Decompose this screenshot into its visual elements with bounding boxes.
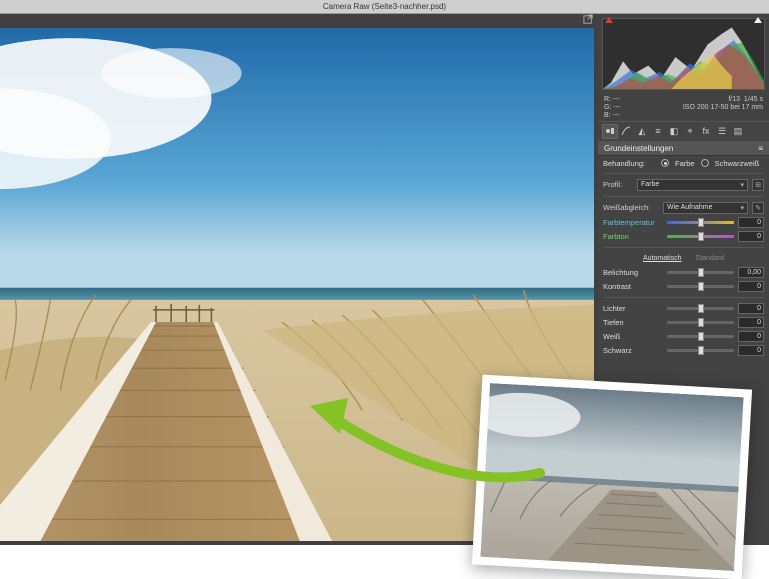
profile-label: Profil: — [603, 180, 633, 189]
section-title: Grundeinstellungen — [604, 144, 673, 153]
profile-row: Profil: Farbe ⊞ — [603, 179, 764, 191]
blacks-label: Schwarz — [603, 346, 663, 355]
treatment-color-radio[interactable] — [661, 159, 669, 167]
tint-label: Farbton — [603, 232, 663, 241]
blacks-slider: Schwarz 0 — [603, 345, 764, 356]
treatment-row: Behandlung: Farbe Schwarzweiß — [603, 159, 764, 168]
contrast-track[interactable] — [667, 283, 734, 290]
highlight-clip-icon[interactable] — [754, 17, 762, 23]
whites-value[interactable]: 0 — [738, 331, 764, 342]
wb-eyedropper-icon[interactable]: ✎ — [752, 202, 764, 214]
tab-basic-icon[interactable] — [602, 124, 618, 139]
titlebar: Camera Raw (Seite3-nachher.psd) — [0, 0, 769, 14]
tab-fx-icon[interactable]: fx — [698, 124, 714, 139]
exposure-label: Belichtung — [603, 268, 663, 277]
blacks-value[interactable]: 0 — [738, 345, 764, 356]
temperature-label: Farbtemperatur — [603, 218, 663, 227]
tab-lens-icon[interactable]: ⌖ — [682, 124, 698, 139]
shadow-clip-icon[interactable] — [605, 17, 613, 23]
exposure-value[interactable]: 0,00 — [738, 267, 764, 278]
shadows-value[interactable]: 0 — [738, 317, 764, 328]
panel-menu-icon[interactable]: ≡ — [758, 144, 763, 153]
whites-label: Weiß — [603, 332, 663, 341]
before-thumbnail — [472, 375, 752, 579]
default-link[interactable]: Standard — [696, 255, 724, 262]
tab-curve-icon[interactable] — [618, 124, 634, 139]
tab-presets-icon[interactable]: ▤ — [730, 124, 746, 139]
temperature-track[interactable] — [667, 219, 734, 226]
contrast-label: Kontrast — [603, 282, 663, 291]
shadows-slider: Tiefen 0 — [603, 317, 764, 328]
highlights-label: Lichter — [603, 304, 663, 313]
highlights-slider: Lichter 0 — [603, 303, 764, 314]
blacks-track[interactable] — [667, 347, 734, 354]
profile-grid-icon[interactable]: ⊞ — [752, 179, 764, 191]
wb-select[interactable]: Wie Aufnahme — [663, 202, 748, 214]
treatment-bw-text[interactable]: Schwarzweiß — [715, 159, 760, 168]
exif-readout: R: --- G: --- B: --- f/13 1/45 s ISO 200… — [598, 94, 769, 121]
temperature-slider: Farbtemperatur 0 — [603, 217, 764, 228]
tab-detail-icon[interactable]: ◭ — [634, 124, 650, 139]
whites-track[interactable] — [667, 333, 734, 340]
exposure-track[interactable] — [667, 269, 734, 276]
tab-split-icon[interactable]: ◧ — [666, 124, 682, 139]
auto-link[interactable]: Automatisch — [643, 255, 682, 262]
tint-value[interactable]: 0 — [738, 231, 764, 242]
tint-track[interactable] — [667, 233, 734, 240]
before-beach-image — [480, 383, 743, 571]
wb-row: Weißabgleich: Wie Aufnahme ✎ — [603, 202, 764, 214]
iso-lens-value: ISO 200 17-50 bei 17 mm — [683, 104, 763, 111]
treatment-label: Behandlung: — [603, 159, 655, 168]
profile-select[interactable]: Farbe — [637, 179, 748, 191]
tab-hsl-icon[interactable]: ≡ — [650, 124, 666, 139]
shutter-value: 1/45 s — [744, 96, 763, 103]
shadows-track[interactable] — [667, 319, 734, 326]
rgb-r: R: --- — [604, 96, 620, 103]
highlights-value[interactable]: 0 — [738, 303, 764, 314]
section-header: Grundeinstellungen ≡ — [598, 142, 769, 156]
histogram[interactable] — [602, 18, 765, 90]
contrast-value[interactable]: 0 — [738, 281, 764, 292]
auto-default-row: Automatisch Standard — [603, 253, 764, 264]
whites-slider: Weiß 0 — [603, 331, 764, 342]
contrast-slider: Kontrast 0 — [603, 281, 764, 292]
export-icon[interactable] — [582, 14, 594, 26]
window-title: Camera Raw (Seite3-nachher.psd) — [323, 2, 446, 11]
treatment-color-text[interactable]: Farbe — [675, 159, 695, 168]
shadows-label: Tiefen — [603, 318, 663, 327]
wb-label: Weißabgleich: — [603, 203, 659, 212]
panel-tabs: ◭ ≡ ◧ ⌖ fx ☰ ▤ — [598, 121, 769, 142]
highlights-track[interactable] — [667, 305, 734, 312]
rgb-b: B: --- — [604, 112, 620, 119]
temperature-value[interactable]: 0 — [738, 217, 764, 228]
tab-calib-icon[interactable]: ☰ — [714, 124, 730, 139]
exposure-slider: Belichtung 0,00 — [603, 267, 764, 278]
tint-slider: Farbton 0 — [603, 231, 764, 242]
aperture-value: f/13 — [728, 96, 740, 103]
rgb-g: G: --- — [604, 104, 620, 111]
treatment-bw-radio[interactable] — [701, 159, 709, 167]
